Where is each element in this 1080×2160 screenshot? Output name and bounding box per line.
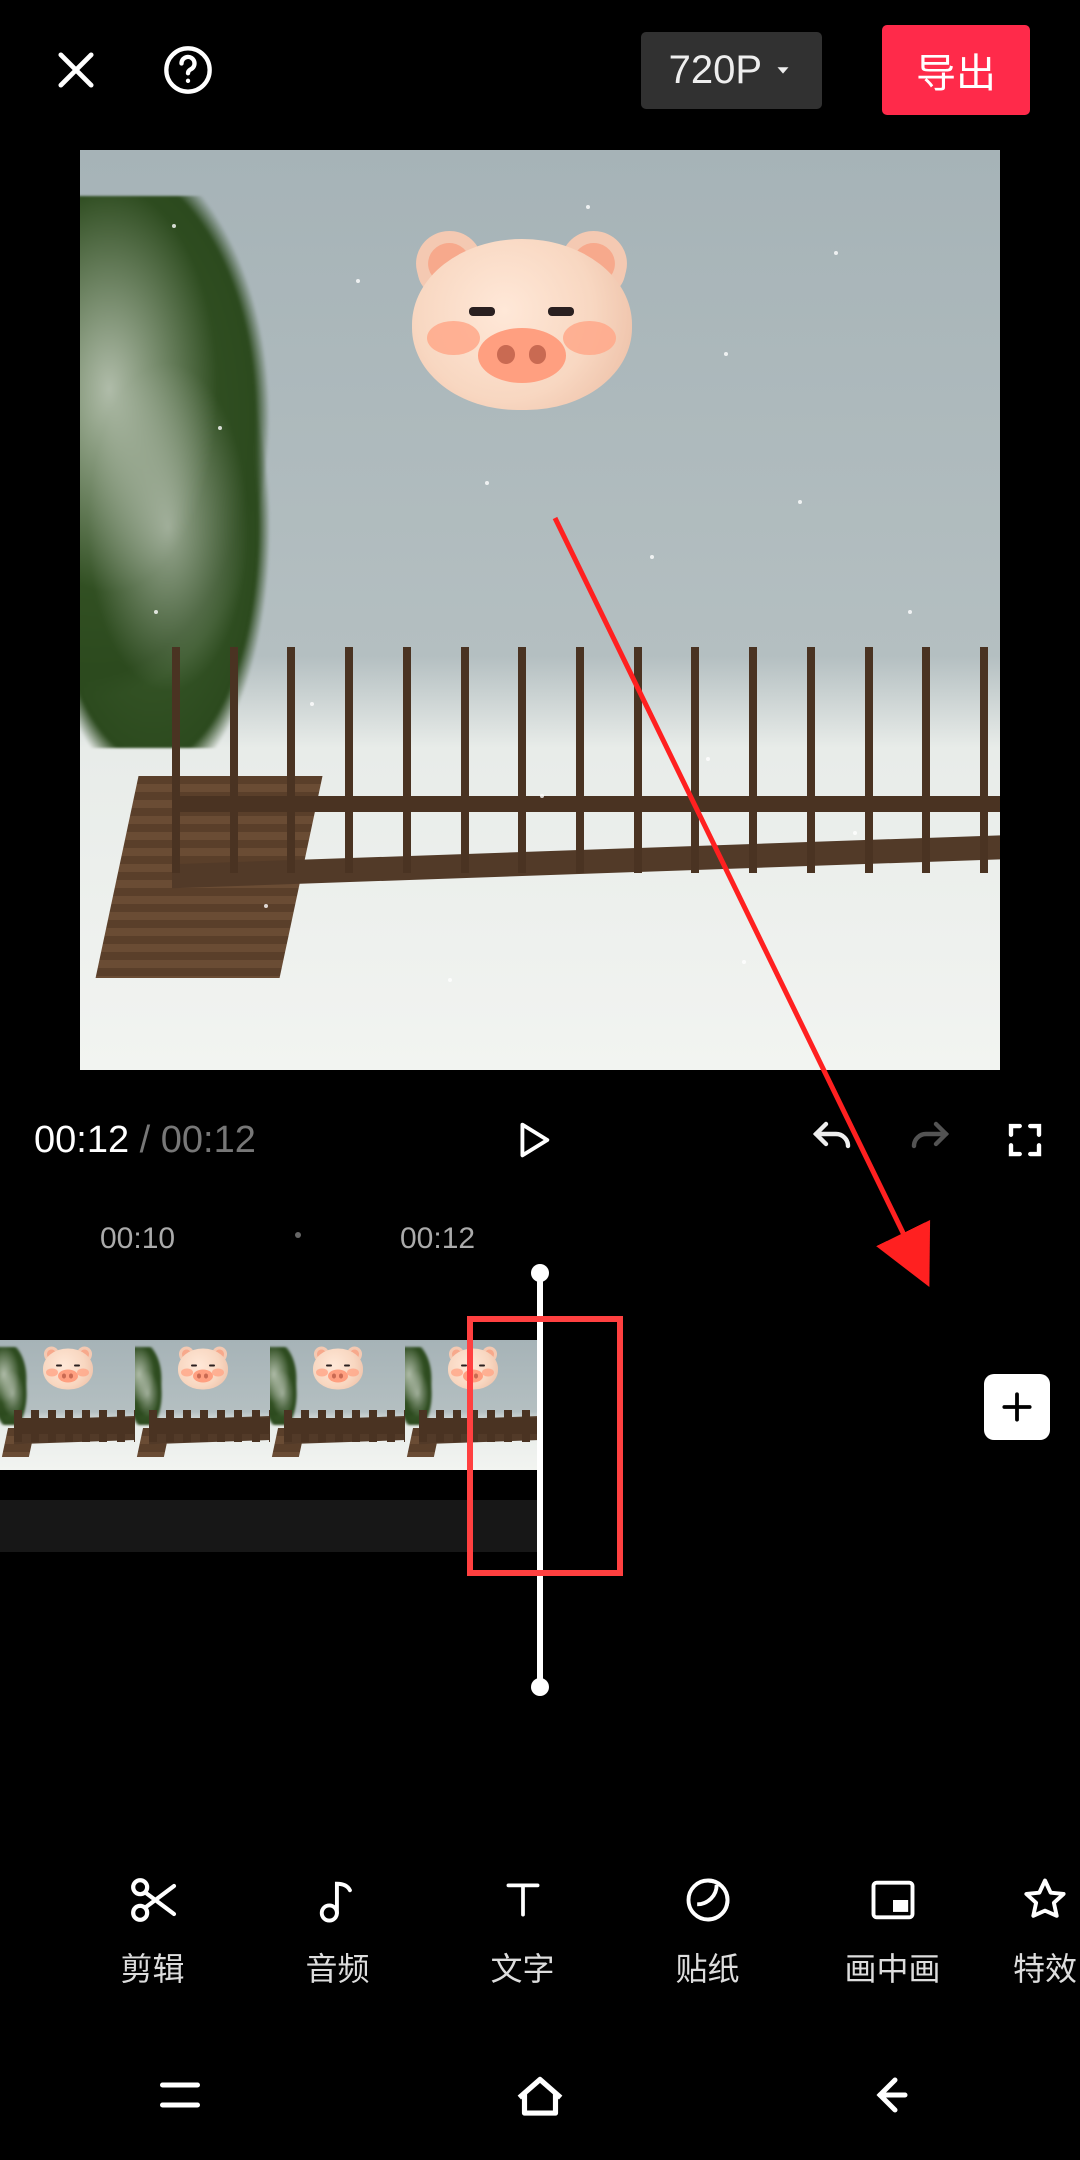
sticker-icon <box>682 1874 734 1926</box>
menu-icon <box>150 2065 210 2125</box>
pip-icon <box>867 1874 919 1926</box>
time-total: 00:12 <box>161 1119 256 1161</box>
help-button[interactable] <box>162 44 214 96</box>
tool-sticker[interactable]: 贴纸 <box>615 1870 800 1990</box>
nav-back-button[interactable] <box>720 2030 1080 2160</box>
tool-text[interactable]: 文字 <box>430 1870 615 1990</box>
annotation-highlight <box>467 1316 623 1576</box>
nav-menu-button[interactable] <box>0 2030 360 2160</box>
export-button[interactable]: 导出 <box>882 25 1030 115</box>
close-icon <box>50 44 102 96</box>
tool-label: 文字 <box>490 1944 554 1990</box>
ruler-mark: 00:12 <box>400 1222 475 1256</box>
audio-track[interactable] <box>0 1500 540 1552</box>
back-icon <box>870 2065 930 2125</box>
redo-button[interactable] <box>906 1116 954 1164</box>
play-icon <box>509 1117 555 1163</box>
time-display: 00:12 / 00:12 <box>34 1119 256 1162</box>
top-bar: 720P 导出 <box>0 0 1080 140</box>
tool-label: 特效 <box>1013 1944 1077 1990</box>
scissors-icon <box>125 1872 181 1928</box>
play-button[interactable] <box>509 1117 555 1163</box>
timeline[interactable] <box>0 1280 1080 1680</box>
star-icon <box>1019 1874 1071 1926</box>
clip-thumbnail <box>135 1340 270 1470</box>
pig-sticker <box>412 239 632 429</box>
close-button[interactable] <box>50 44 102 96</box>
redo-icon <box>906 1116 954 1164</box>
clip-thumbnail <box>270 1340 405 1470</box>
chevron-down-icon <box>772 59 794 81</box>
home-icon <box>509 2064 571 2126</box>
tool-pip[interactable]: 画中画 <box>800 1870 985 1990</box>
music-note-icon <box>312 1874 364 1926</box>
video-clip[interactable] <box>0 1340 540 1470</box>
help-icon <box>162 44 214 96</box>
ruler-tick <box>295 1232 301 1238</box>
time-current: 00:12 <box>34 1119 129 1161</box>
export-label: 导出 <box>916 52 996 96</box>
tool-label: 画中画 <box>844 1944 940 1990</box>
ruler-mark: 00:10 <box>100 1222 175 1256</box>
tool-effect[interactable]: 特效 <box>985 1870 1080 1990</box>
nav-home-button[interactable] <box>360 2030 720 2160</box>
resolution-label: 720P <box>669 48 762 93</box>
tool-bar: 剪辑 音频 文字 贴纸 画中画 特效 <box>0 1870 1080 1990</box>
text-icon <box>498 1875 548 1925</box>
fullscreen-button[interactable] <box>1004 1119 1046 1161</box>
clip-thumbnail <box>0 1340 135 1470</box>
undo-button[interactable] <box>808 1116 856 1164</box>
tool-edit[interactable]: 剪辑 <box>60 1870 245 1990</box>
undo-icon <box>808 1116 856 1164</box>
plus-icon <box>998 1388 1036 1426</box>
tool-label: 贴纸 <box>675 1944 739 1990</box>
fullscreen-icon <box>1004 1119 1046 1161</box>
tool-label: 剪辑 <box>120 1944 184 1990</box>
tool-label: 音频 <box>305 1944 369 1990</box>
resolution-dropdown[interactable]: 720P <box>641 32 822 109</box>
add-clip-button[interactable] <box>984 1374 1050 1440</box>
playback-bar: 00:12 / 00:12 <box>0 1080 1080 1200</box>
video-preview[interactable] <box>80 150 1000 1070</box>
system-nav-bar <box>0 2030 1080 2160</box>
preview-area <box>0 140 1080 1080</box>
tool-audio[interactable]: 音频 <box>245 1870 430 1990</box>
